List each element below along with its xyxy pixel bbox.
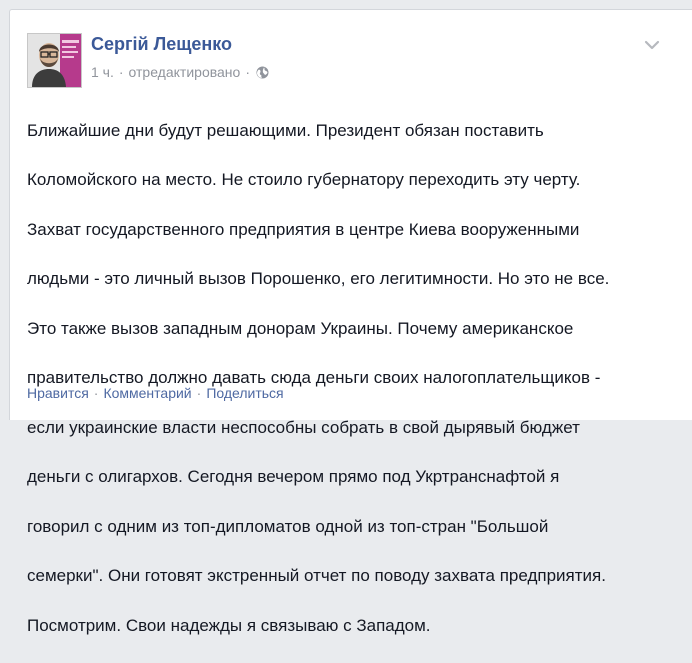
share-button[interactable]: Поделиться [206,385,283,401]
post-text-line: Захват государственного предприятия в це… [27,219,580,239]
post-text-line: деньги с олигархов. Сегодня вечером прям… [27,467,560,487]
comment-button[interactable]: Комментарий [103,385,191,401]
post-text-line: семерки". Они готовят экстренный отчет п… [27,566,606,586]
globe-icon[interactable] [256,66,269,79]
like-button[interactable]: Нравится [27,385,89,401]
edited-label[interactable]: отредактировано [129,64,241,80]
post-text-line: Ближайшие дни будут решающими. Президент… [27,120,544,140]
meta-separator: · [118,64,124,80]
post-timestamp[interactable]: 1 ч. [91,64,114,80]
action-separator: · [93,385,99,401]
post-card: Сергій Лещенко 1 ч. · отредактировано · … [9,9,692,635]
post-text-line: Посмотрим. Свои надежды я связываю с Зап… [27,615,431,635]
post-text-line: Это также вызов западным донорам Украины… [27,318,574,338]
post-text-line: говорил с одним из топ-дипломатов одной … [27,516,549,536]
avatar[interactable] [27,33,82,88]
action-separator: · [196,385,202,401]
post-meta: 1 ч. · отредактировано · [91,64,269,80]
post-actions: Нравится · Комментарий · Поделиться [27,385,284,401]
post-text-line: людьми - это личный вызов Порошенко, его… [27,269,610,289]
author-name[interactable]: Сергій Лещенко [91,34,232,55]
post-text-line: если украинские власти неспособны собрат… [27,417,580,437]
post-text: Ближайшие дни будут решающими. Президент… [27,94,682,663]
chevron-down-icon[interactable] [642,38,662,52]
post-text-line: Коломойского на место. Не стоило губерна… [27,170,581,190]
avatar-photo [28,34,81,87]
meta-separator: · [245,64,250,80]
